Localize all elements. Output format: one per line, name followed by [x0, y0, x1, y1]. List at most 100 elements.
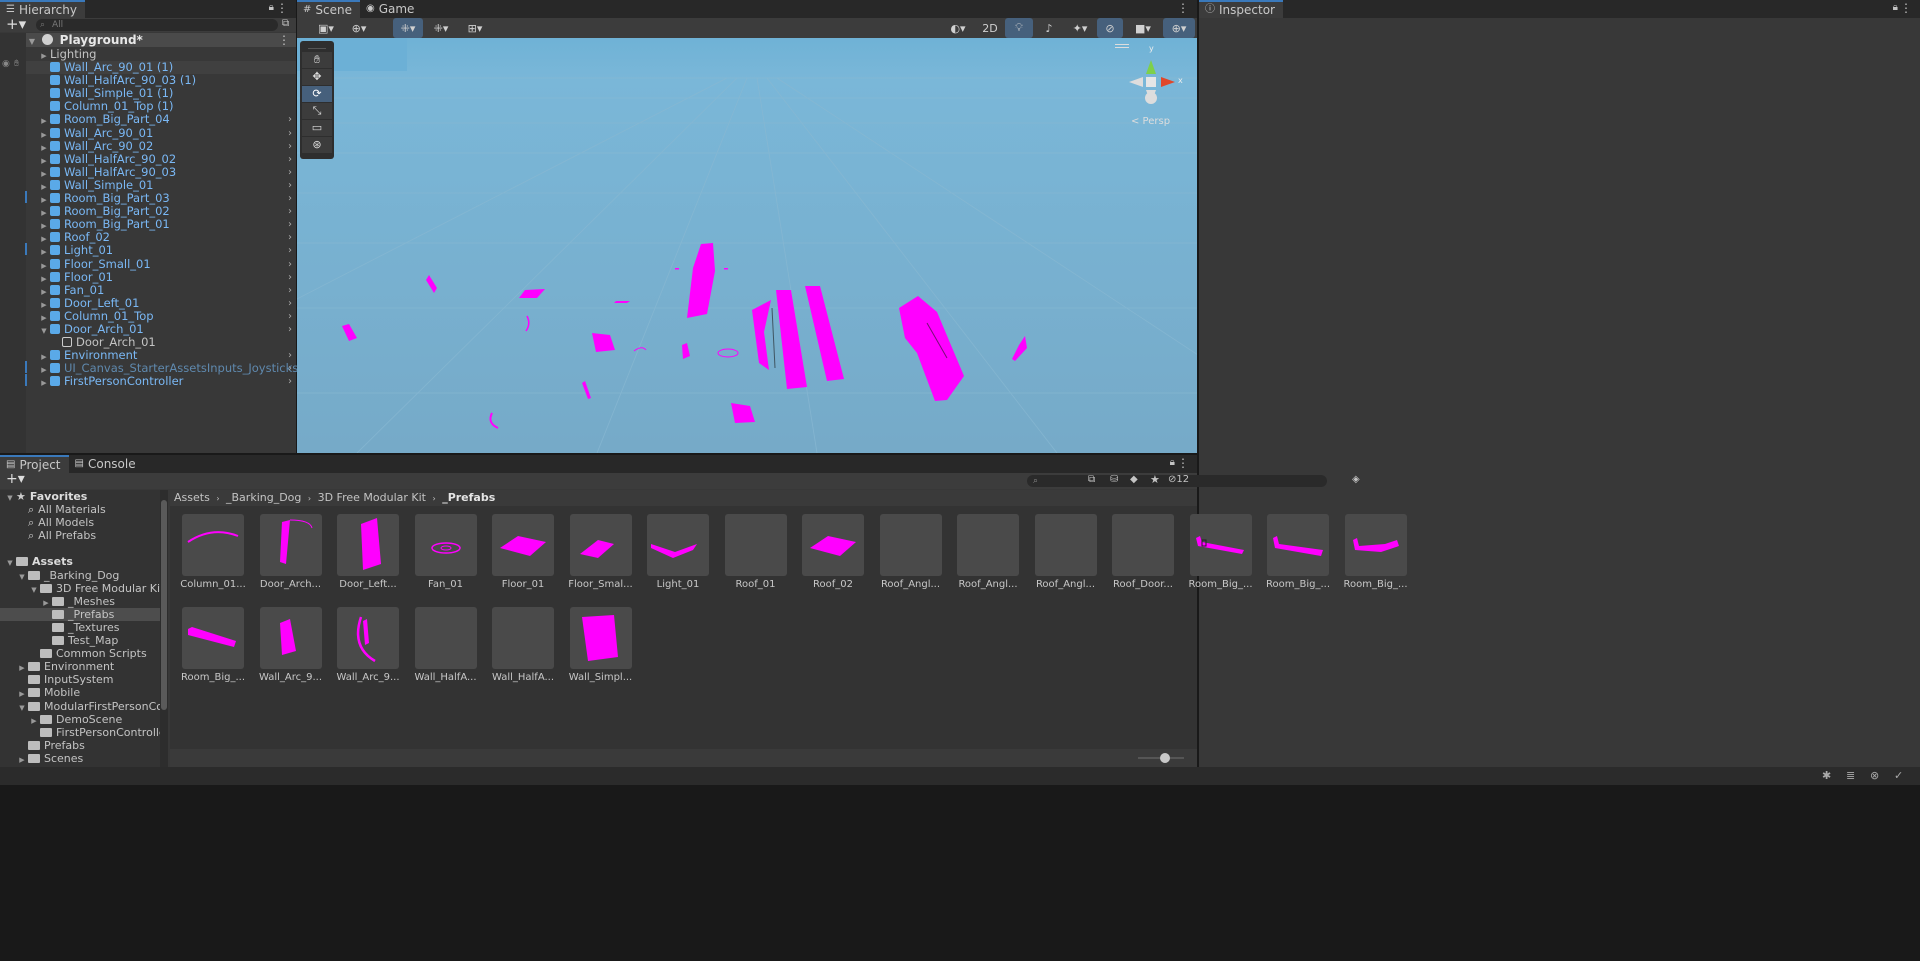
asset-tile[interactable]: Door_Arch...	[256, 514, 326, 590]
open-prefab-arrow-icon[interactable]: ›	[288, 310, 292, 323]
global-toggle-button[interactable]: ⊕▾	[343, 18, 375, 38]
open-prefab-arrow-icon[interactable]: ›	[288, 218, 292, 231]
project-lock-icon[interactable]: 🔒︎	[1170, 457, 1175, 468]
open-prefab-arrow-icon[interactable]: ›	[288, 375, 292, 388]
folder-tree-item[interactable]: ⌕ All Models	[0, 516, 168, 529]
folder-tree-item[interactable]: FirstPersonController	[0, 726, 168, 739]
scene-viewport[interactable]: ✋︎ ✥ ⟳ ⤡ ▭ ⊛ y x < Persp	[297, 38, 1197, 453]
breadcrumb-modular-kit[interactable]: 3D Free Modular Kit	[318, 491, 426, 504]
thumbnail-size-slider[interactable]	[1138, 753, 1184, 763]
expand-arrow-icon[interactable]: ▼	[4, 557, 16, 570]
grid-snap-button[interactable]: ⁜▾	[393, 18, 423, 38]
open-prefab-arrow-icon[interactable]: ›	[288, 362, 292, 375]
asset-tile[interactable]: Roof_Angl...	[1031, 514, 1101, 590]
folder-tree-item[interactable]: _Textures	[0, 621, 168, 634]
open-prefab-arrow-icon[interactable]: ›	[288, 127, 292, 140]
shading-mode-button[interactable]: ◐▾	[943, 18, 973, 38]
hierarchy-item[interactable]: ▶ FirstPersonController ›	[26, 375, 296, 388]
create-plus-icon[interactable]: +▾	[6, 471, 25, 487]
asset-tile[interactable]: Floor_Smal...	[566, 514, 636, 590]
hierarchy-item[interactable]: ▼ Door_Arch_01 ›	[26, 322, 296, 336]
expand-arrow-icon[interactable]: ▶	[16, 754, 28, 767]
search-input[interactable]: ⌕ All	[36, 19, 278, 31]
tab-game[interactable]: ◉ Game	[360, 0, 422, 18]
folder-tree-item[interactable]: ▶ _Meshes	[0, 595, 168, 608]
add-plus-icon[interactable]: +▾	[6, 15, 26, 33]
effects-button[interactable]: ✦▾	[1065, 18, 1095, 38]
asset-tile[interactable]: Room_Big_...	[1263, 514, 1333, 590]
scale-tool-icon[interactable]: ⤡	[302, 103, 332, 119]
camera-settings-button[interactable]: ■▾	[1127, 18, 1159, 38]
open-prefab-arrow-icon[interactable]: ›	[288, 244, 292, 257]
audio-toggle-button[interactable]: ♪	[1035, 18, 1063, 38]
search-by-label-icon[interactable]: ⛁	[1110, 474, 1118, 485]
visibility-eye-icon[interactable]: ◉	[2, 59, 10, 69]
favorite-star-icon[interactable]: ★	[1150, 473, 1160, 486]
open-prefab-arrow-icon[interactable]: ›	[288, 258, 292, 271]
tree-scroll-thumb[interactable]	[161, 500, 167, 710]
tag-icon[interactable]: ◆	[1130, 474, 1138, 485]
rotate-tool-icon[interactable]: ⟳	[302, 86, 332, 102]
breadcrumb-assets[interactable]: Assets	[174, 491, 210, 504]
folder-tree-item[interactable]: InputSystem	[0, 673, 168, 686]
palette-drag-handle[interactable]	[308, 43, 326, 49]
move-tool-icon[interactable]: ✥	[302, 69, 332, 85]
scene-menu-icon[interactable]: ⋮	[278, 33, 290, 47]
expand-arrow-icon[interactable]: ▼	[28, 584, 40, 597]
open-prefab-arrow-icon[interactable]: ›	[288, 349, 292, 362]
hand-tool-icon[interactable]: ✋︎	[302, 52, 332, 68]
asset-tile[interactable]: Column_01...	[178, 514, 248, 590]
open-prefab-arrow-icon[interactable]: ›	[288, 166, 292, 179]
asset-tile[interactable]: Wall_Simpl...	[566, 607, 636, 683]
asset-tile[interactable]: Wall_Arc_9...	[256, 607, 326, 683]
hidden-objects-button[interactable]: ⊘	[1097, 18, 1123, 38]
expand-arrow-icon[interactable]: ▼	[16, 702, 28, 715]
pickable-hand-icon[interactable]: ✋︎	[14, 59, 19, 69]
folder-tree-item[interactable]: Prefabs	[0, 739, 168, 752]
folder-tree-item[interactable]: ▶ Environment	[0, 660, 168, 673]
asset-tile[interactable]: Roof_Angl...	[953, 514, 1023, 590]
asset-tile[interactable]: Wall_HalfA...	[411, 607, 481, 683]
folder-tree-item[interactable]: Test_Map	[0, 634, 168, 647]
lighting-toggle-button[interactable]: 💡︎	[1005, 18, 1033, 38]
open-prefab-arrow-icon[interactable]: ›	[288, 323, 292, 336]
asset-tile[interactable]: Fan_01	[411, 514, 481, 590]
asset-tile[interactable]: Roof_Angl...	[876, 514, 946, 590]
open-prefab-arrow-icon[interactable]: ›	[288, 284, 292, 297]
scene-root-row[interactable]: ▼ Playground* ⋮	[26, 33, 296, 47]
asset-tile[interactable]: Room_Big_...	[1341, 514, 1411, 590]
open-prefab-arrow-icon[interactable]: ›	[288, 192, 292, 205]
tab-inspector[interactable]: ⓘ Inspector	[1199, 0, 1283, 18]
folder-tree-item[interactable]: ▼ ★ Favorites	[0, 490, 168, 503]
breadcrumb-barking-dog[interactable]: _Barking_Dog	[226, 491, 301, 504]
open-prefab-arrow-icon[interactable]: ›	[288, 179, 292, 192]
check-icon[interactable]: ✓	[1894, 769, 1903, 782]
open-prefab-arrow-icon[interactable]: ›	[288, 205, 292, 218]
folder-tree-item[interactable]: ▶ Mobile	[0, 686, 168, 699]
persp-label[interactable]: < Persp	[1131, 116, 1170, 127]
hidden-packages-icon[interactable]: ⊘12	[1168, 474, 1189, 485]
increment-snap-button[interactable]: ⊞▾	[459, 18, 491, 38]
folder-tree-item[interactable]: ⌕ All Materials	[0, 503, 168, 516]
search-by-type-icon[interactable]: ◈	[1352, 474, 1360, 485]
folder-tree-item[interactable]: ⌕ All Prefabs	[0, 529, 168, 542]
folder-tree-item[interactable]: ▼ Assets	[0, 555, 168, 568]
auto-gen-lighting-icon[interactable]: ⊗	[1870, 769, 1879, 782]
folder-tree-item[interactable]: ▶ Scenes	[0, 752, 168, 765]
open-prefab-arrow-icon[interactable]: ›	[288, 271, 292, 284]
open-prefab-arrow-icon[interactable]: ›	[288, 140, 292, 153]
more-menu-icon[interactable]: ⋮	[276, 1, 288, 15]
rect-tool-icon[interactable]: ▭	[302, 120, 332, 136]
open-prefab-arrow-icon[interactable]: ›	[288, 113, 292, 126]
asset-tile[interactable]: Room_Big_...	[178, 607, 248, 683]
folder-tree-item[interactable]: ▼ 3D Free Modular Kit	[0, 582, 168, 595]
project-more-icon[interactable]: ⋮	[1177, 456, 1189, 470]
folder-tree-item[interactable]: Common Scripts	[0, 647, 168, 660]
asset-tile[interactable]: Roof_Door...	[1108, 514, 1178, 590]
debug-icon[interactable]: ✱	[1822, 769, 1831, 782]
asset-tile[interactable]: Roof_02	[798, 514, 868, 590]
transform-tool-icon[interactable]: ⊛	[302, 137, 332, 153]
folder-tree-item[interactable]: ▼ ModularFirstPersonContro	[0, 700, 168, 713]
expand-arrow-icon[interactable]: ▼	[16, 571, 28, 584]
tab-console[interactable]: ▤ Console	[69, 455, 144, 473]
